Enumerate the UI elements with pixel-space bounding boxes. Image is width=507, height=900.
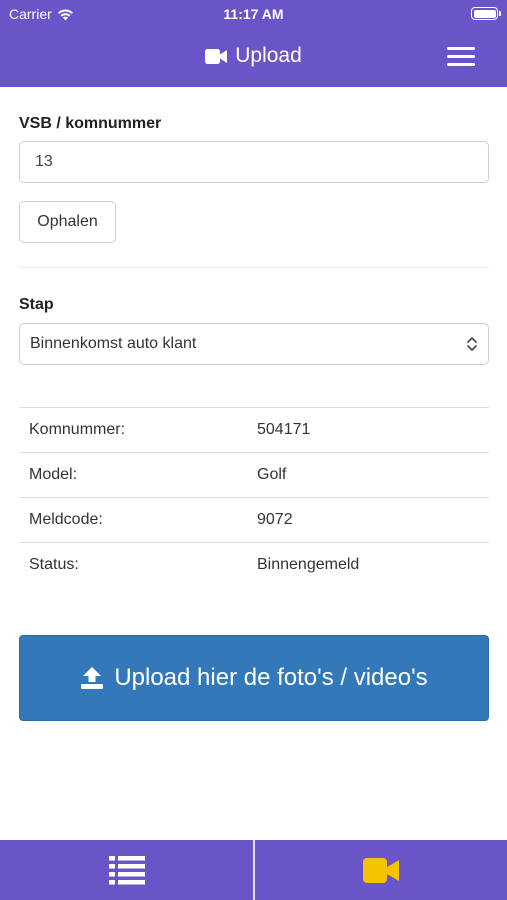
vsb-input[interactable] (19, 141, 489, 183)
page-title-text: Upload (235, 44, 302, 67)
video-camera-icon (363, 857, 399, 883)
detail-value: Binnengemeld (247, 542, 489, 588)
divider (19, 267, 489, 268)
table-row: Model: Golf (19, 452, 489, 498)
detail-value: 504171 (247, 407, 489, 453)
hamburger-menu-icon[interactable] (447, 47, 475, 67)
table-row: Meldcode: 9072 (19, 497, 489, 543)
upload-button-label: Upload hier de foto's / video's (114, 664, 428, 691)
select-chevron-icon (467, 337, 477, 351)
stap-selected-value: Binnenkomst auto klant (30, 335, 197, 352)
fetch-button[interactable]: Ophalen (19, 201, 116, 243)
stap-select[interactable]: Binnenkomst auto klant (19, 323, 489, 365)
upload-button[interactable]: Upload hier de foto's / video's (19, 635, 489, 721)
bottom-tab-bar (0, 840, 507, 900)
list-icon (108, 856, 145, 885)
tab-upload[interactable] (255, 840, 507, 900)
video-camera-icon (205, 48, 228, 64)
stap-label: Stap (19, 296, 54, 313)
status-bar: Carrier 11:17 AM (0, 0, 507, 28)
detail-key: Meldcode: (19, 497, 247, 543)
tab-list[interactable] (0, 840, 253, 900)
table-row: Status: Binnengemeld (19, 542, 489, 588)
top-navigation-bar: Carrier 11:17 AM Upload (0, 0, 507, 87)
detail-value: Golf (247, 452, 489, 498)
battery-icon (471, 7, 501, 20)
detail-value: 9072 (247, 497, 489, 543)
detail-key: Komnummer: (19, 407, 247, 453)
clock: 11:17 AM (223, 6, 284, 22)
detail-key: Model: (19, 452, 247, 498)
vsb-label: VSB / komnummer (19, 115, 162, 132)
table-row: Komnummer: 504171 (19, 407, 489, 453)
page-title: Upload (0, 44, 507, 68)
vehicle-details-table: Komnummer: 504171 Model: Golf Meldcode: … (19, 407, 489, 588)
detail-key: Status: (19, 542, 247, 588)
upload-icon (81, 667, 104, 689)
